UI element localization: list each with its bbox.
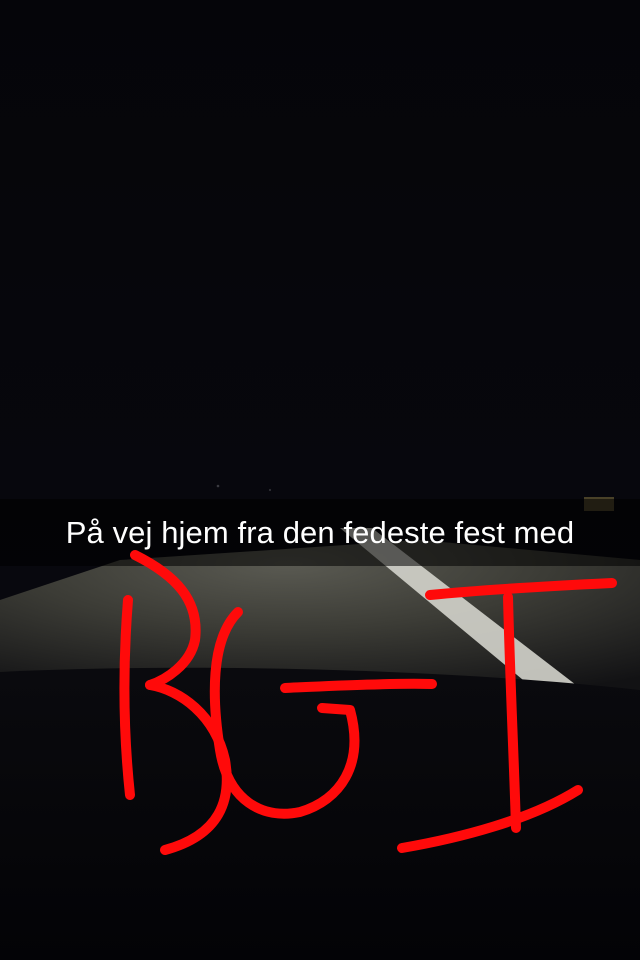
snap-photo: På vej hjem fra den fedeste fest med xyxy=(0,0,640,960)
red-drawing xyxy=(119,550,617,855)
letter-i-top xyxy=(425,578,617,600)
letter-b-stem xyxy=(119,595,135,800)
letter-i-stem xyxy=(503,592,521,833)
letter-g xyxy=(209,607,360,819)
letter-i-bottom xyxy=(397,785,583,853)
hyphen-stroke xyxy=(280,678,437,693)
letter-b-upper xyxy=(130,550,201,690)
